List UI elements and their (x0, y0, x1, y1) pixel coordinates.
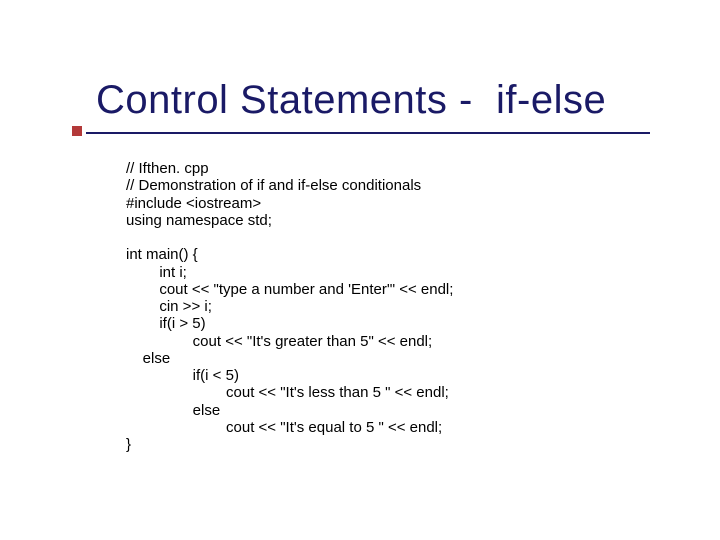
slide-title: Control Statements - if-else (96, 78, 606, 123)
slide: Control Statements - if-else // Ifthen. … (0, 0, 720, 540)
code-block: // Ifthen. cpp // Demonstration of if an… (126, 160, 453, 453)
accent-bullet-icon (72, 126, 82, 136)
title-underline (86, 132, 650, 134)
